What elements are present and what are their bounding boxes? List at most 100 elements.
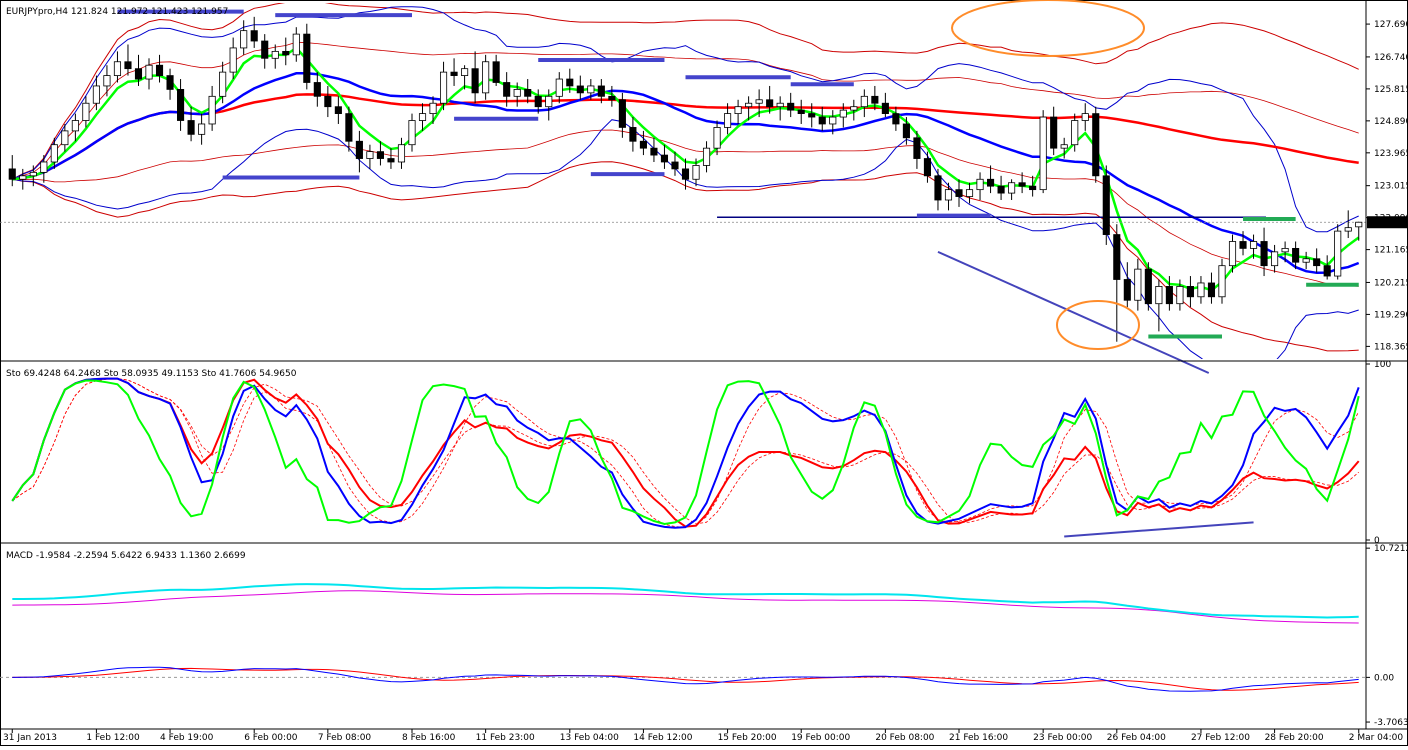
candle (229, 47, 237, 73)
candle (208, 95, 216, 125)
candle (376, 151, 384, 159)
candle (1218, 265, 1226, 298)
candle (1071, 120, 1079, 146)
candle (955, 189, 963, 197)
candle (671, 161, 679, 170)
candle (944, 189, 953, 201)
candle (19, 175, 27, 180)
candle (850, 106, 858, 111)
candle (1355, 221, 1363, 228)
candle (334, 106, 342, 115)
candle (597, 85, 605, 97)
candle (492, 61, 500, 83)
candle (1197, 282, 1205, 298)
current-price-tag-label: 121.957 (1370, 218, 1407, 228)
candle (839, 109, 847, 118)
candle (524, 89, 532, 97)
candle (692, 165, 700, 180)
candle (1102, 175, 1110, 235)
y-tick-label: 127.690 (1374, 20, 1408, 30)
candle (155, 64, 164, 76)
candle (545, 95, 553, 108)
candle (461, 68, 469, 76)
x-tick-label: 11 Feb 23:00 (476, 733, 535, 743)
candle (808, 113, 816, 118)
candle (177, 89, 185, 121)
candle (576, 85, 584, 94)
candle (987, 178, 995, 187)
candle (303, 33, 311, 83)
y-tick-label: 125.815 (1374, 85, 1408, 95)
macd-label: MACD -1.9584 -2.2594 5.6422 6.9433 1.136… (6, 551, 246, 561)
candle (324, 95, 332, 108)
candle (250, 30, 258, 42)
candle (1260, 241, 1268, 267)
candle (587, 85, 595, 94)
candle (976, 178, 984, 191)
candle (702, 147, 711, 166)
candle (965, 189, 974, 197)
stochastic-label: Sto 69.4248 64.2468 Sto 58.0935 49.1153 … (6, 369, 297, 379)
candle (1029, 185, 1037, 191)
candle (1334, 230, 1342, 277)
candle (871, 95, 879, 104)
candle (134, 68, 143, 80)
candle (650, 147, 658, 156)
candle (755, 99, 763, 104)
candle (1050, 116, 1058, 149)
x-tick-label: 7 Feb 08:00 (318, 733, 372, 743)
candle (261, 40, 269, 59)
candle (292, 33, 300, 56)
candle (8, 168, 16, 180)
candle (313, 82, 321, 97)
chart-window: 127.690 126.740 125.815 124.890 123.965 123.0… (0, 0, 1408, 746)
y-tick-label: 123.965 (1374, 149, 1408, 159)
y-tick-label: 118.365 (1374, 342, 1408, 352)
x-tick-label: 1 Feb 12:00 (86, 733, 140, 743)
x-tick-label: 6 Feb 00:00 (244, 733, 298, 743)
x-tick-label: 21 Feb 16:00 (949, 733, 1008, 743)
y-tick-label: 126.740 (1374, 53, 1408, 63)
candle (345, 113, 353, 142)
candle (923, 158, 932, 177)
candle (608, 95, 616, 101)
candle (355, 140, 363, 159)
x-tick-label: 26 Feb 04:00 (1107, 733, 1166, 743)
candle (282, 50, 290, 56)
candle (555, 78, 563, 97)
candle (1081, 113, 1089, 121)
x-tick-label: 27 Feb 12:00 (1191, 733, 1250, 743)
candle (166, 75, 174, 90)
y-tick-label: 119.290 (1374, 310, 1408, 320)
candle (1323, 265, 1331, 277)
x-tick-label: 31 Jan 2013 (3, 733, 57, 743)
candle (1018, 182, 1026, 187)
candle (513, 89, 521, 97)
x-tick-label: 28 Feb 20:00 (1265, 733, 1324, 743)
candle (103, 75, 111, 87)
candle (913, 137, 921, 159)
y-tick-label: 124.890 (1374, 117, 1408, 127)
candle (881, 102, 889, 115)
candle (902, 123, 910, 139)
candle (471, 68, 479, 94)
candle (1292, 247, 1300, 263)
candle (503, 82, 511, 97)
y-tick-label: 123.015 (1374, 182, 1408, 192)
candle (660, 154, 669, 163)
candle (124, 61, 132, 70)
candle (240, 30, 248, 49)
candle (829, 116, 837, 125)
candle (681, 168, 690, 180)
candle (1186, 286, 1194, 298)
candle (61, 130, 69, 146)
candle (1176, 286, 1184, 305)
candle (713, 127, 721, 149)
candle (29, 171, 37, 177)
candle (271, 50, 279, 59)
candle (1165, 286, 1173, 305)
candle (408, 120, 416, 146)
y-tick-label: 100 (1374, 360, 1391, 370)
candle (1228, 241, 1237, 267)
candle (482, 61, 490, 94)
